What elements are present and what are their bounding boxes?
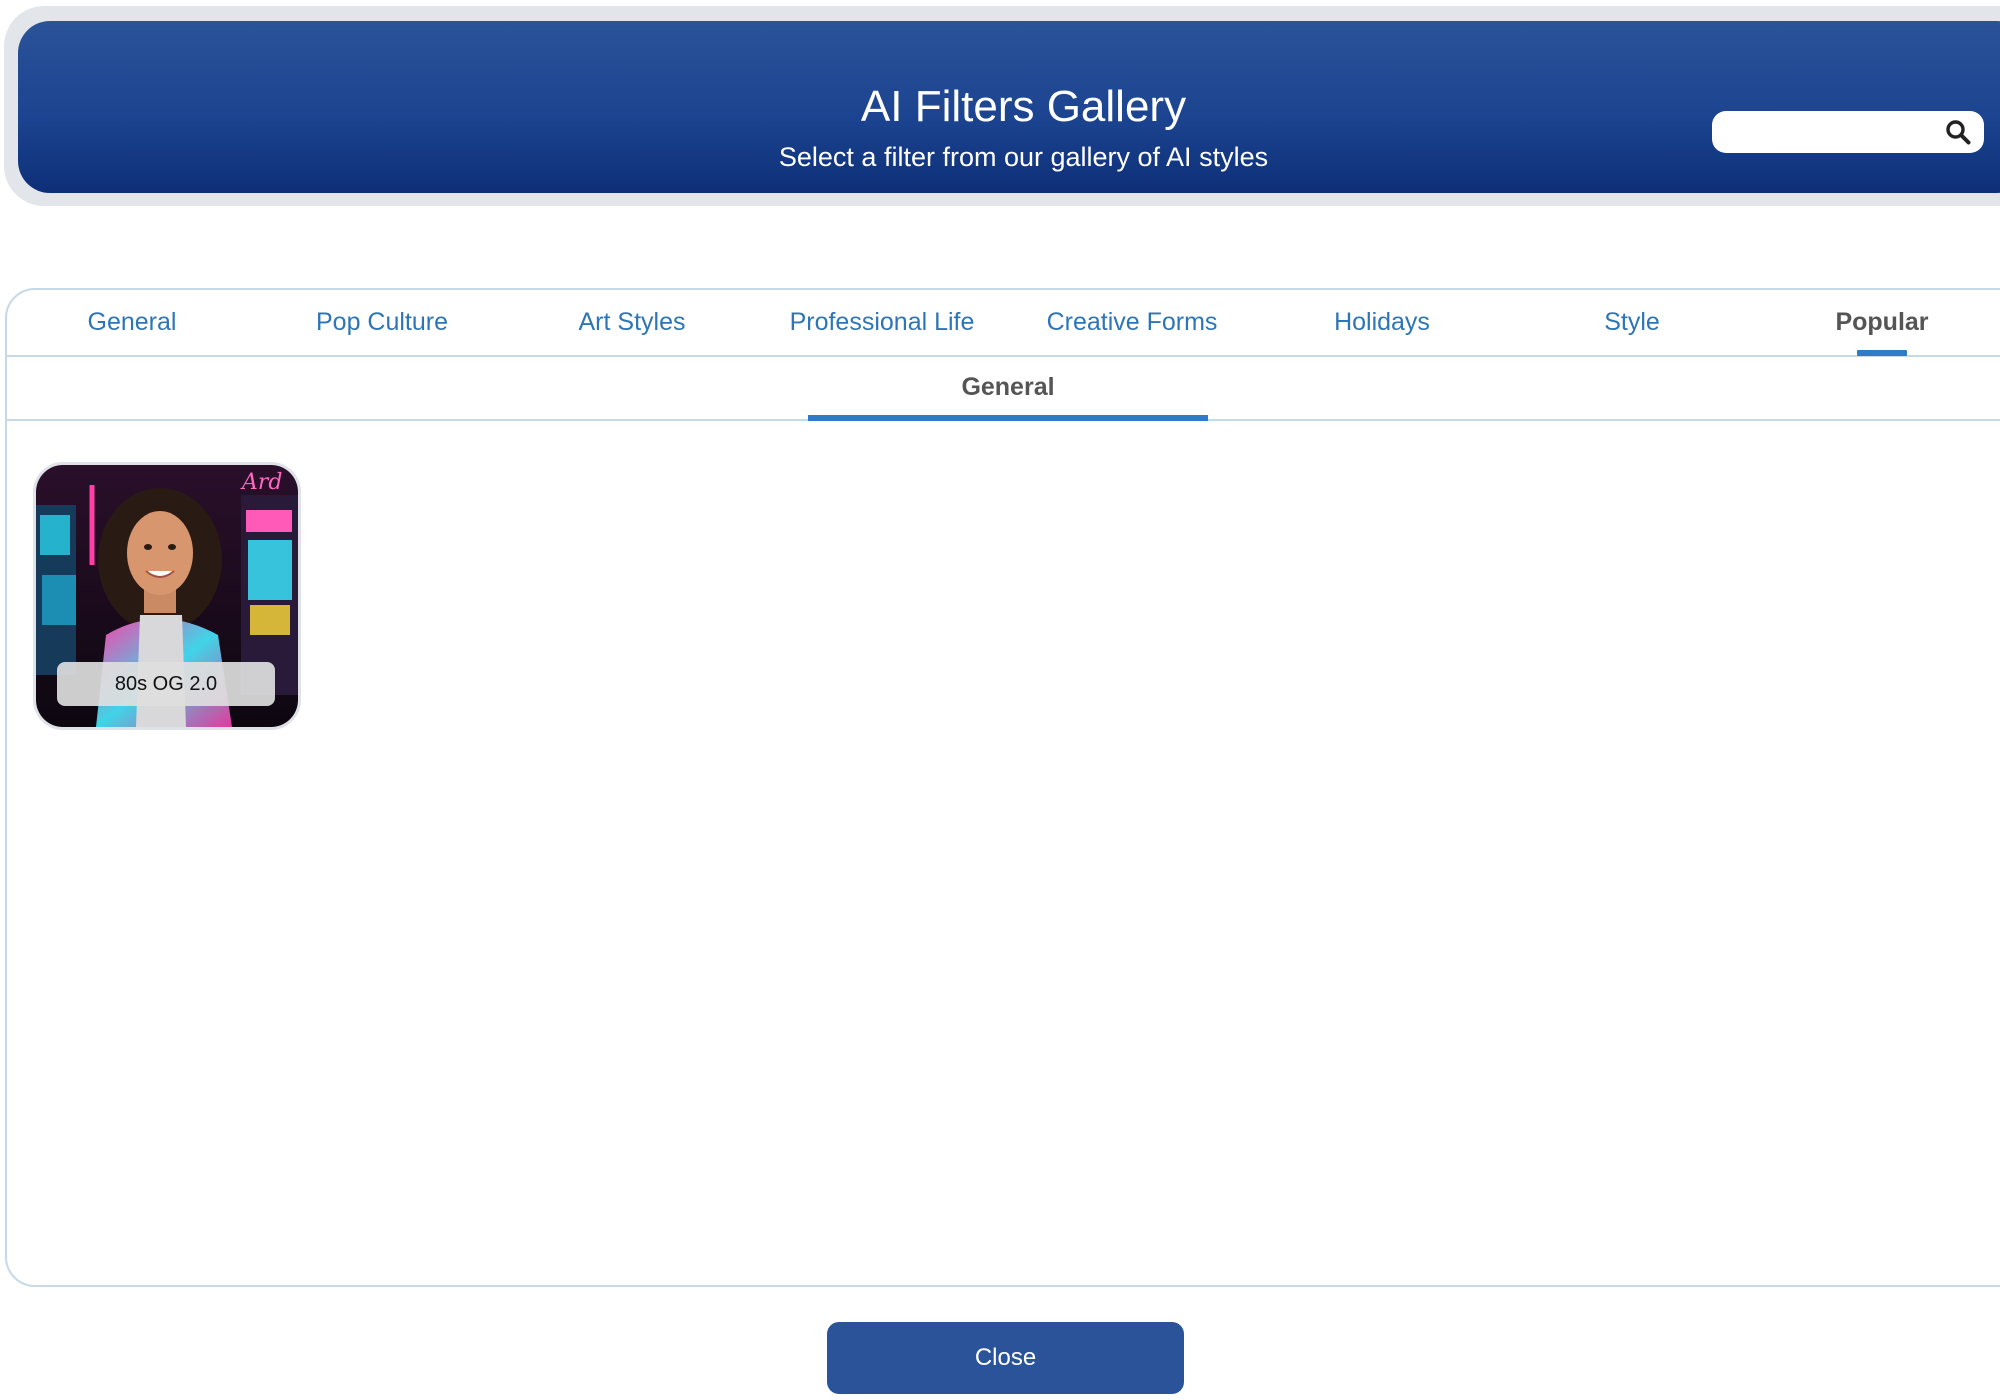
subtab-general[interactable]: General bbox=[808, 357, 1208, 421]
subcategory-tabs: General bbox=[7, 357, 2000, 421]
tab-general[interactable]: General bbox=[7, 290, 257, 355]
tab-style[interactable]: Style bbox=[1507, 290, 1757, 355]
header-banner: AI Filters Gallery Select a filter from … bbox=[18, 21, 2000, 193]
search-input[interactable] bbox=[1722, 117, 1936, 149]
filter-card[interactable]: Ard 80s OG 2.0 bbox=[33, 462, 301, 730]
search-box[interactable] bbox=[1712, 111, 1984, 153]
tab-professional-life[interactable]: Professional Life bbox=[757, 290, 1007, 355]
close-button[interactable]: Close bbox=[827, 1322, 1184, 1394]
filter-card-label: 80s OG 2.0 bbox=[57, 662, 275, 706]
tab-art-styles[interactable]: Art Styles bbox=[507, 290, 757, 355]
page-title: AI Filters Gallery bbox=[860, 82, 1187, 131]
tab-pop-culture[interactable]: Pop Culture bbox=[257, 290, 507, 355]
tab-creative-forms[interactable]: Creative Forms bbox=[1007, 290, 1257, 355]
page-subtitle: Select a filter from our gallery of AI s… bbox=[778, 142, 1269, 172]
gallery-panel: General Pop Culture Art Styles Professio… bbox=[5, 288, 2000, 1287]
tab-popular[interactable]: Popular bbox=[1757, 290, 2000, 356]
tab-holidays[interactable]: Holidays bbox=[1257, 290, 1507, 355]
category-tabs: General Pop Culture Art Styles Professio… bbox=[7, 290, 2000, 357]
search-icon[interactable] bbox=[1945, 119, 1971, 145]
svg-text:Ard: Ard bbox=[240, 470, 283, 495]
